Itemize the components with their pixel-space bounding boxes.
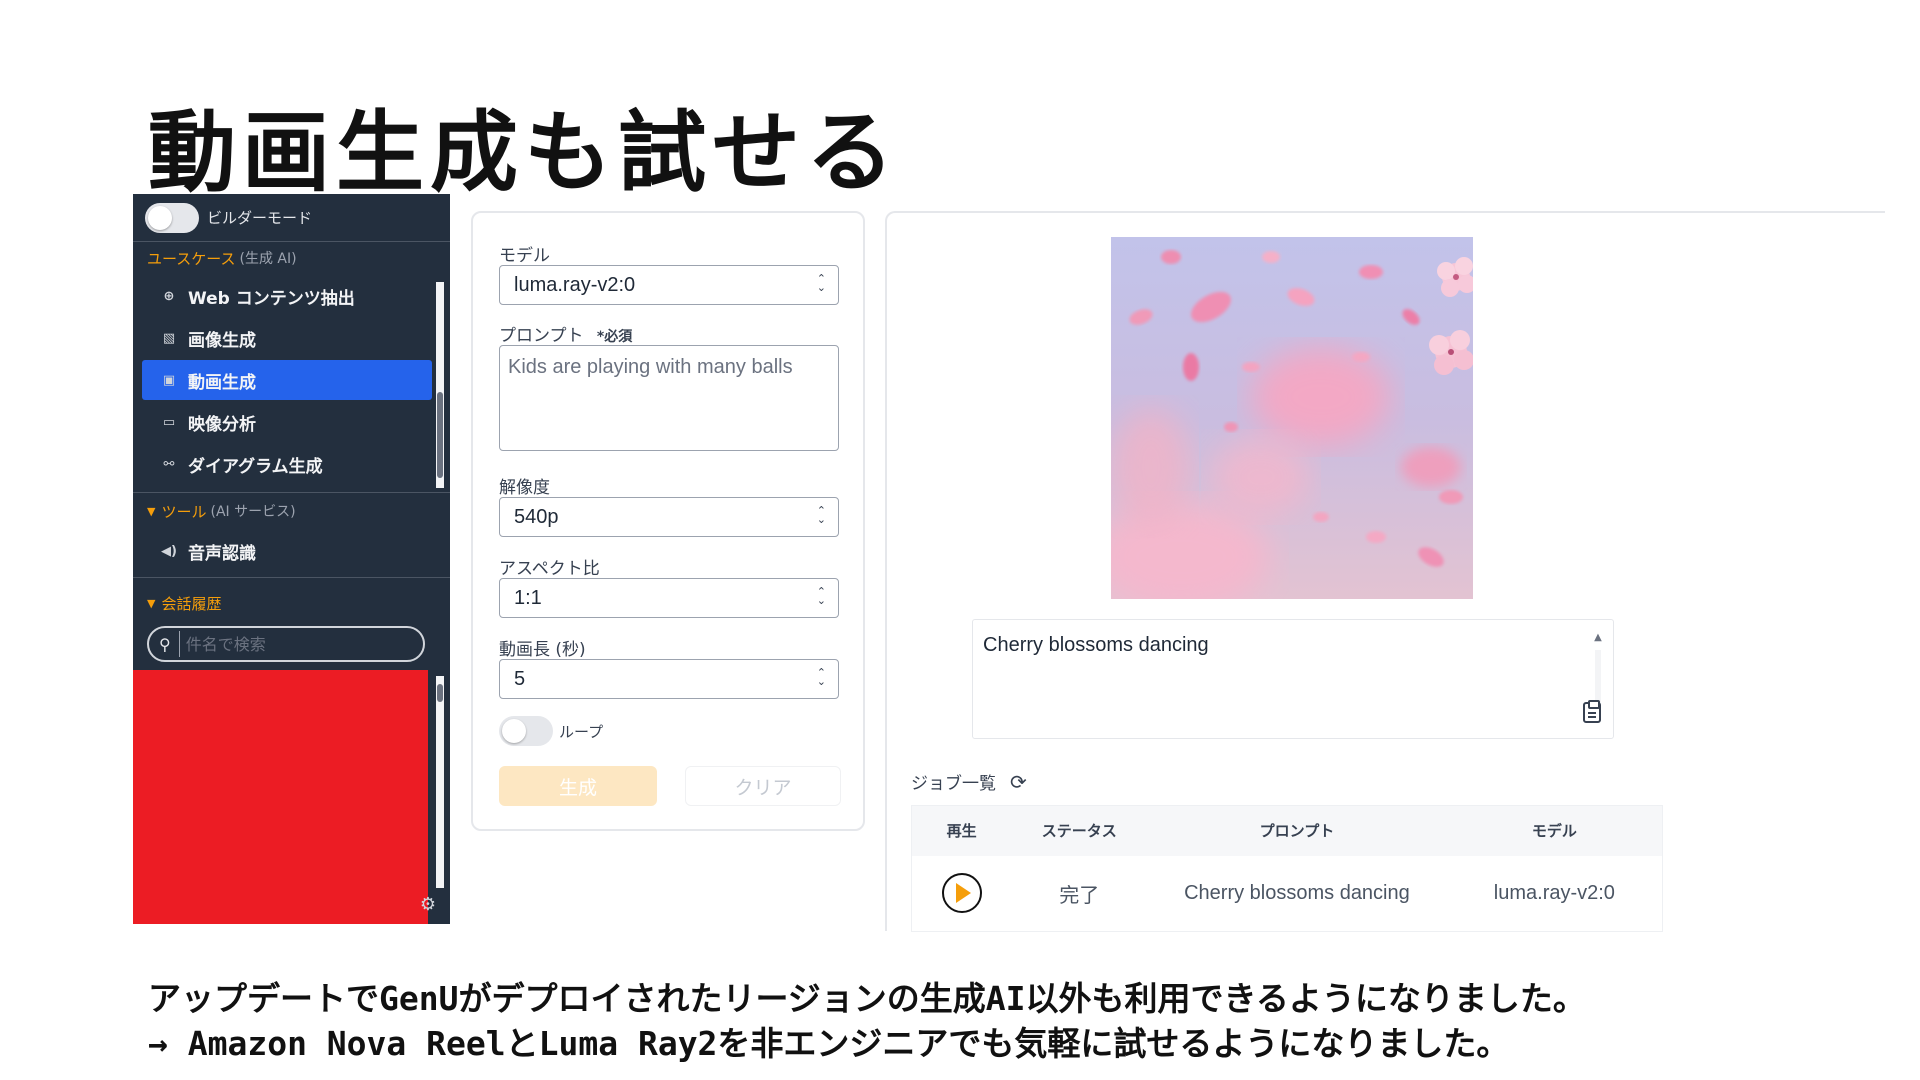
- aspect-select[interactable]: 1:1 ⌃ ⌄: [499, 578, 839, 618]
- cherry-blossom-video-frame: [1111, 237, 1473, 599]
- caption-scroll-track: [1595, 650, 1601, 706]
- prompt-caption-box[interactable]: Cherry blossoms dancing ▲: [972, 619, 1614, 739]
- col-header-model: モデル: [1446, 805, 1663, 856]
- loop-toggle[interactable]: [499, 716, 553, 746]
- gear-icon[interactable]: ⚙: [420, 894, 436, 915]
- generate-button[interactable]: 生成: [499, 766, 657, 806]
- chevron-updown-icon: ⌃ ⌄: [816, 505, 826, 526]
- builder-mode-row[interactable]: ビルダーモード: [133, 194, 450, 242]
- usecase-scrollbar[interactable]: [436, 282, 444, 488]
- resolution-select-value: 540p: [514, 505, 559, 528]
- video-preview[interactable]: [1111, 237, 1473, 599]
- caret-down-icon: ▼: [147, 504, 156, 518]
- model-label: モデル: [499, 246, 550, 266]
- search-separator: [178, 631, 180, 657]
- prompt-textarea[interactable]: [499, 345, 839, 451]
- resolution-select[interactable]: 540p ⌃ ⌄: [499, 497, 839, 537]
- play-button[interactable]: [941, 873, 982, 914]
- chevron-updown-icon: ⌃ ⌄: [816, 273, 826, 294]
- play-icon: [956, 883, 972, 904]
- clear-button[interactable]: クリア: [685, 766, 841, 806]
- prompt-cell: Cherry blossoms dancing: [1184, 881, 1410, 904]
- duration-select-value: 5: [514, 667, 526, 690]
- history-search-box[interactable]: ⚲: [147, 626, 425, 662]
- slide-footer: アップデートでGenUがデプロイされたリージョンの生成AI以外も利用できるように…: [148, 976, 1586, 1066]
- history-scrollbar[interactable]: [436, 676, 444, 888]
- camera-icon: ▭: [162, 414, 176, 430]
- sidebar-item-label: ダイアグラム生成: [188, 456, 323, 477]
- duration-select[interactable]: 5 ⌃ ⌄: [499, 659, 839, 699]
- search-icon: ⚲: [159, 634, 171, 654]
- jobs-table-header-row: 再生 ステータス プロンプト モデル: [911, 805, 1663, 856]
- model-select-value: luma.ray-v2:0: [514, 273, 636, 296]
- sidebar-item-label: 動画生成: [188, 372, 256, 393]
- clipboard-copy-icon[interactable]: [1583, 700, 1601, 723]
- history-scroll-thumb[interactable]: [437, 684, 443, 702]
- prompt-label-text: プロンプト: [499, 326, 584, 346]
- sidebar-divider: [133, 577, 450, 578]
- image-icon: ▧: [162, 330, 176, 346]
- footer-line-1: アップデートでGenUがデプロイされたリージョンの生成AI以外も利用できるように…: [148, 979, 1586, 1018]
- tools-section-sub: (AI サービス): [210, 504, 296, 520]
- sidebar-item-web-content[interactable]: ⊕ Web コンテンツ抽出: [142, 276, 432, 316]
- result-panel: Cherry blossoms dancing ▲ ジョブ一覧 ⟳ 再生 ステー…: [885, 211, 1885, 932]
- aspect-label: アスペクト比: [499, 559, 600, 579]
- chevron-updown-icon: ⌃ ⌄: [816, 667, 826, 688]
- builder-mode-toggle[interactable]: [145, 202, 199, 233]
- sidebar-item-label: 画像生成: [188, 330, 256, 351]
- tools-section-label: ツール: [161, 502, 207, 521]
- loop-row: ループ: [499, 716, 603, 746]
- usecase-list: ⊕ Web コンテンツ抽出 ▧ 画像生成 ▣ 動画生成 ▭ 映像分析 ⚯ ダイア…: [133, 276, 450, 492]
- sidebar-item-image-generation[interactable]: ▧ 画像生成: [142, 318, 432, 358]
- prompt-required-mark: *必須: [596, 329, 633, 345]
- redacted-history-block: [133, 670, 428, 924]
- chevron-updown-icon: ⌃ ⌄: [816, 586, 826, 607]
- speaker-icon: ◀): [161, 543, 177, 559]
- aspect-select-value: 1:1: [514, 586, 542, 609]
- history-search-input[interactable]: [185, 634, 406, 654]
- history-section-label: 会話履歴: [161, 594, 222, 613]
- status-cell: 完了: [1059, 884, 1100, 907]
- footer-line-2: → Amazon Nova ReelとLuma Ray2を非エンジニアでも気軽に…: [148, 1024, 1510, 1063]
- scroll-up-icon[interactable]: ▲: [1593, 632, 1603, 643]
- prompt-label: プロンプト *必須: [499, 321, 632, 346]
- globe-icon: ⊕: [163, 288, 175, 304]
- prompt-caption-text: Cherry blossoms dancing: [983, 634, 1209, 656]
- table-row: 完了 Cherry blossoms dancing luma.ray-v2:0: [912, 856, 1663, 932]
- video-settings-panel: モデル luma.ray-v2:0 ⌃⌄ プロンプト *必須 解像度 540p …: [471, 211, 865, 831]
- history-section-header[interactable]: ▼ 会話履歴: [133, 582, 450, 624]
- col-header-prompt: プロンプト: [1147, 805, 1447, 856]
- usecase-scroll-thumb[interactable]: [437, 392, 443, 478]
- tools-section-header[interactable]: ▼ ツール (AI サービス): [133, 493, 450, 529]
- loop-label: ループ: [559, 722, 604, 741]
- diagram-icon: ⚯: [163, 456, 175, 472]
- caption-scrollbar[interactable]: ▲: [1593, 632, 1603, 706]
- model-select[interactable]: luma.ray-v2:0 ⌃ ⌄: [499, 265, 839, 305]
- jobs-header: ジョブ一覧 ⟳: [911, 769, 1027, 795]
- col-header-status: ステータス: [1011, 805, 1148, 856]
- model-cell: luma.ray-v2:0: [1493, 881, 1615, 904]
- sidebar-item-label: 映像分析: [188, 414, 256, 435]
- play-cell: [912, 856, 1012, 932]
- sidebar-item-label: 音声認識: [188, 543, 256, 564]
- video-icon: ▣: [162, 372, 176, 388]
- sidebar-item-diagram[interactable]: ⚯ ダイアグラム生成: [142, 444, 432, 484]
- usecase-section-header: ユースケース (生成 AI): [133, 242, 450, 274]
- resolution-label: 解像度: [499, 478, 550, 498]
- caret-down-icon: ▼: [147, 596, 156, 610]
- duration-label: 動画長 (秒): [499, 640, 586, 660]
- sidebar-item-label: Web コンテンツ抽出: [188, 288, 355, 309]
- slide-title: 動画生成も試せる: [148, 101, 901, 204]
- usecase-section-sub: (生成 AI): [239, 251, 297, 267]
- refresh-icon[interactable]: ⟳: [1010, 770, 1027, 794]
- sidebar-item-speech-recognition[interactable]: ◀) 音声認識: [142, 531, 432, 571]
- sidebar-item-video-analysis[interactable]: ▭ 映像分析: [142, 402, 432, 442]
- usecase-section-label: ユースケース: [147, 249, 236, 268]
- sidebar-item-video-generation[interactable]: ▣ 動画生成: [142, 360, 432, 400]
- jobs-label: ジョブ一覧: [911, 774, 996, 794]
- builder-mode-label: ビルダーモード: [207, 209, 313, 227]
- jobs-table: 再生 ステータス プロンプト モデル 完了 Cherry blossoms da…: [911, 805, 1663, 932]
- sidebar: ビルダーモード ユースケース (生成 AI) ⊕ Web コンテンツ抽出 ▧ 画…: [133, 194, 450, 924]
- col-header-play: 再生: [911, 805, 1012, 856]
